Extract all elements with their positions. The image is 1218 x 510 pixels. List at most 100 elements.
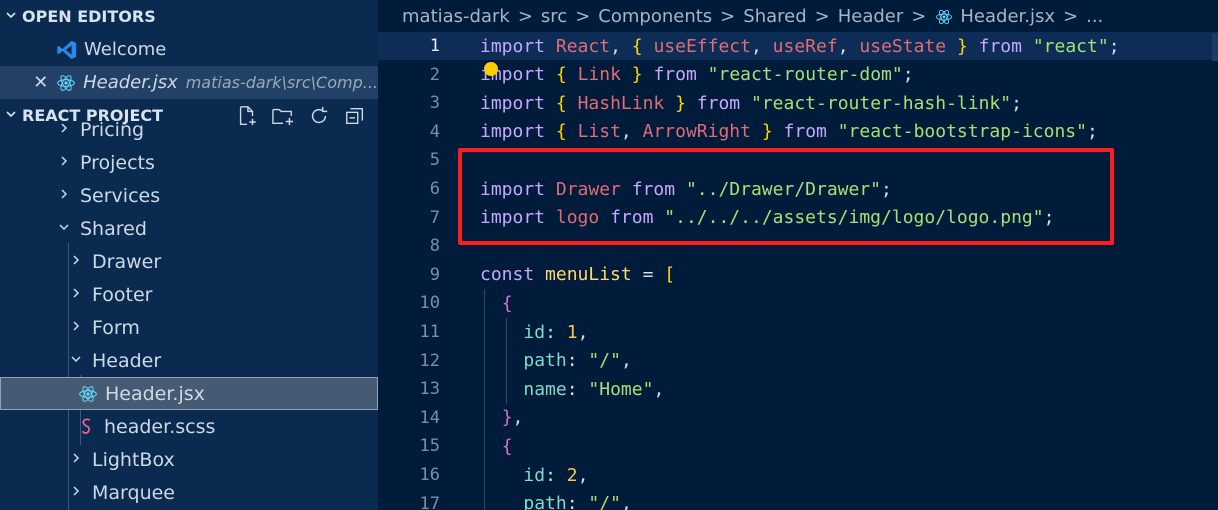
line-number: 14 bbox=[419, 407, 440, 428]
line-number: 2 bbox=[429, 64, 440, 85]
code-text: path: "/", bbox=[523, 493, 632, 510]
tree-folder-pricing[interactable]: Pricing bbox=[0, 118, 378, 146]
code-line[interactable]: 4 import { List, ArrowRight } from "react… bbox=[378, 118, 1218, 146]
tree-folder-footer[interactable]: Footer bbox=[0, 278, 378, 311]
line-number: 3 bbox=[429, 93, 440, 114]
code-editor: matias-dark > src > Components > Shared … bbox=[378, 0, 1218, 510]
line-number: 7 bbox=[429, 207, 440, 228]
tree-label: Marquee bbox=[92, 481, 175, 504]
tree-label: Header bbox=[92, 349, 162, 372]
open-editor-welcome-label: Welcome bbox=[84, 39, 167, 60]
code-text: const menuList = [ bbox=[480, 264, 676, 286]
breadcrumb-item[interactable]: ... bbox=[1086, 6, 1103, 27]
tree-label: Drawer bbox=[92, 250, 162, 273]
breadcrumb-item[interactable]: Shared bbox=[743, 6, 806, 27]
breadcrumb-separator: > bbox=[575, 6, 591, 27]
line-number: 17 bbox=[419, 493, 440, 510]
line-number: 8 bbox=[429, 236, 440, 257]
chevron-down-icon bbox=[0, 9, 22, 24]
open-editors-title: OPEN EDITORS bbox=[22, 7, 156, 26]
sass-icon bbox=[76, 417, 98, 437]
line-number: 4 bbox=[429, 121, 440, 142]
code-text: id: 2, bbox=[523, 464, 589, 486]
code-line[interactable]: 7 import logo from "../../../assets/img/l… bbox=[378, 204, 1218, 232]
line-number: 13 bbox=[419, 379, 440, 400]
tree-folder-projects[interactable]: Projects bbox=[0, 146, 378, 179]
vscode-icon bbox=[56, 39, 78, 61]
code-line[interactable]: 8 bbox=[378, 232, 1218, 260]
breadcrumb-item[interactable]: Header bbox=[838, 6, 904, 27]
tree-label: LightBox bbox=[92, 448, 175, 471]
chevron-right-icon bbox=[66, 320, 86, 336]
code-line[interactable]: 6 import Drawer from "../Drawer/Drawer"; bbox=[378, 175, 1218, 203]
code-text: import Drawer from "../Drawer/Drawer"; bbox=[480, 178, 892, 200]
react-icon bbox=[77, 384, 99, 404]
open-editor-header-jsx[interactable]: ✕ Header.jsx matias-dark\src\Comp... bbox=[0, 66, 378, 99]
chevron-right-icon bbox=[66, 485, 86, 501]
code-line[interactable]: 13 name: "Home", bbox=[378, 375, 1218, 403]
chevron-right-icon bbox=[66, 254, 86, 270]
tree-label: Shared bbox=[80, 217, 147, 240]
line-number: 9 bbox=[429, 264, 440, 285]
indent-guide bbox=[484, 289, 485, 510]
code-text: import { Link } from "react-router-dom"; bbox=[480, 64, 914, 86]
scrollbar-marker bbox=[1212, 33, 1218, 61]
code-area[interactable]: 1 import React, { useEffect, useRef, useS… bbox=[378, 32, 1218, 510]
line-number: 6 bbox=[429, 179, 440, 199]
tree-file-header-scss[interactable]: header.scss bbox=[0, 410, 378, 443]
code-line[interactable]: 3 import { HashLink } from "react-router-… bbox=[378, 89, 1218, 117]
file-tree: Pricing Projects Services Shared Drawer … bbox=[0, 118, 378, 510]
open-editor-header-label: Header.jsx bbox=[83, 72, 178, 93]
code-text: }, bbox=[501, 407, 524, 429]
code-line[interactable]: 15 { bbox=[378, 432, 1218, 460]
code-line[interactable]: 12 path: "/", bbox=[378, 347, 1218, 375]
close-icon[interactable]: ✕ bbox=[26, 72, 55, 93]
code-line[interactable]: 17 path: "/", bbox=[378, 490, 1218, 510]
tree-folder-drawer[interactable]: Drawer bbox=[0, 245, 378, 278]
tree-folder-header[interactable]: Header bbox=[0, 344, 378, 377]
explorer-sidebar: OPEN EDITORS Welcome ✕ Header.jsx matias… bbox=[0, 0, 378, 510]
breadcrumb-separator: > bbox=[814, 6, 830, 27]
chevron-right-icon bbox=[54, 188, 74, 204]
code-text: path: "/", bbox=[523, 350, 632, 372]
breadcrumb-separator: > bbox=[1063, 6, 1079, 27]
code-line[interactable]: 2 import { Link } from "react-router-dom"… bbox=[378, 61, 1218, 89]
code-text: import React, { useEffect, useRef, useSt… bbox=[480, 35, 1120, 57]
breadcrumb: matias-dark > src > Components > Shared … bbox=[378, 0, 1218, 33]
code-line[interactable]: 5 bbox=[378, 146, 1218, 174]
breadcrumb-item[interactable]: Components bbox=[598, 6, 712, 27]
lightbulb-icon[interactable] bbox=[484, 62, 498, 76]
tree-file-header-jsx[interactable]: Header.jsx bbox=[0, 377, 378, 410]
line-number: 12 bbox=[419, 350, 440, 371]
code-text: id: 1, bbox=[523, 321, 589, 343]
code-line[interactable]: 14 }, bbox=[378, 404, 1218, 432]
tree-folder-marquee[interactable]: Marquee bbox=[0, 476, 378, 509]
code-line[interactable]: 10 { bbox=[378, 289, 1218, 317]
code-line[interactable]: 1 import React, { useEffect, useRef, useS… bbox=[378, 32, 1218, 60]
chevron-down-icon bbox=[54, 221, 74, 237]
code-text: import { List, ArrowRight } from "react-… bbox=[480, 121, 1098, 143]
code-line[interactable]: 16 id: 2, bbox=[378, 461, 1218, 489]
breadcrumb-item[interactable]: src bbox=[541, 6, 567, 27]
code-line[interactable]: 11 id: 1, bbox=[378, 318, 1218, 346]
line-number: 15 bbox=[419, 436, 440, 457]
chevron-right-icon bbox=[66, 452, 86, 468]
tree-folder-services[interactable]: Services bbox=[0, 179, 378, 212]
tree-folder-form[interactable]: Form bbox=[0, 311, 378, 344]
open-editors-header[interactable]: OPEN EDITORS bbox=[0, 0, 378, 33]
tree-folder-lightbox[interactable]: LightBox bbox=[0, 443, 378, 476]
code-line[interactable]: 9 const menuList = [ bbox=[378, 261, 1218, 289]
tree-label: Projects bbox=[80, 151, 155, 174]
chevron-right-icon bbox=[66, 287, 86, 303]
tree-label: Form bbox=[92, 316, 140, 339]
line-number: 16 bbox=[419, 465, 440, 485]
open-editor-header-path: matias-dark\src\Comp... bbox=[185, 73, 378, 92]
open-editor-welcome[interactable]: Welcome bbox=[0, 33, 378, 66]
tree-label: Header.jsx bbox=[105, 382, 205, 405]
tree-folder-shared[interactable]: Shared bbox=[0, 212, 378, 245]
breadcrumb-item[interactable]: Header.jsx bbox=[960, 6, 1055, 27]
chevron-down-icon bbox=[66, 353, 86, 369]
line-number: 11 bbox=[419, 322, 440, 342]
breadcrumb-item[interactable]: matias-dark bbox=[402, 6, 510, 27]
code-text: import { HashLink } from "react-router-h… bbox=[480, 92, 1022, 114]
